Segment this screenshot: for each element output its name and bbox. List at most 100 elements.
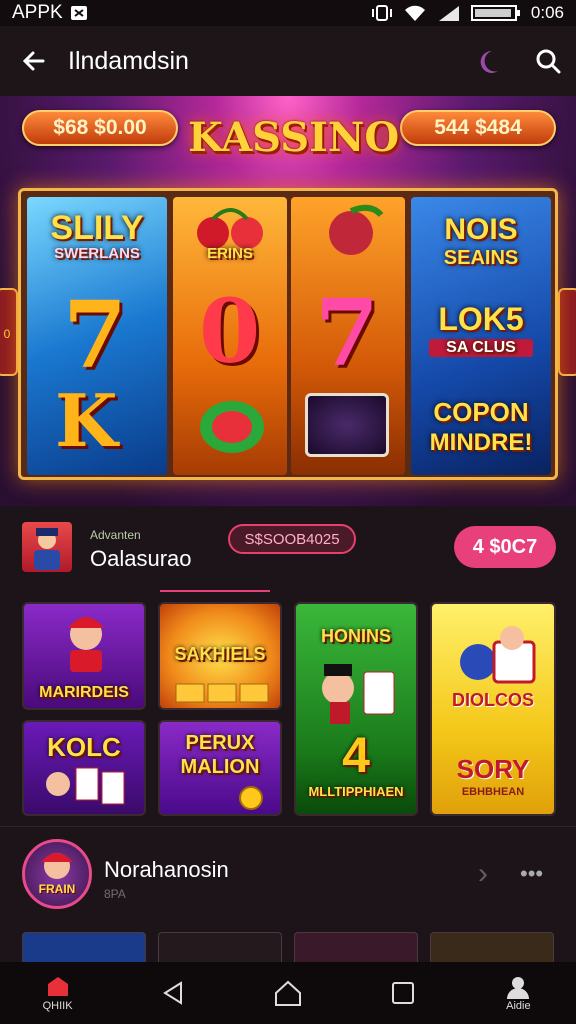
game-label-2: SORY (456, 754, 530, 784)
game-label: SAKHIELS (174, 644, 266, 664)
arrow-left-icon (22, 51, 45, 71)
featured-avatar: FRAIN (22, 839, 92, 909)
casino-logo: KASSINO (188, 114, 400, 161)
status-bar: APPK 0:06 (0, 0, 576, 26)
reel4-mid-title: LOK5 (438, 301, 524, 337)
chevron-right-icon[interactable]: › (478, 857, 488, 891)
moon-icon (480, 50, 498, 73)
peek-tile[interactable] (158, 932, 282, 962)
game-label-big: 4 (342, 727, 370, 783)
game-tile[interactable]: PERUX MALION (158, 720, 282, 816)
notification-icon (70, 6, 87, 20)
reel4-bottom-subtitle: MINDRE! (429, 429, 533, 456)
featured-row[interactable]: FRAIN Norahanosin 8PA › ••• (0, 826, 576, 926)
app-label: APPK (12, 2, 63, 23)
side-tab-right[interactable] (558, 288, 576, 376)
reel4-mid-subtitle: SA CLUS (429, 339, 533, 357)
reel1-title: SLILY (50, 209, 144, 247)
bottom-nav: QHIIK Aidie (0, 962, 576, 1024)
app-icon (47, 977, 68, 996)
reel3-bonus-box (305, 393, 389, 457)
clock: 0:06 (530, 3, 564, 22)
side-tab-left[interactable]: 0 (0, 288, 18, 376)
reel4-title: NOIS (444, 213, 518, 246)
reel1-symbol-k: K (55, 378, 118, 463)
coin-icon (239, 786, 263, 810)
reel2-symbol-zero: 0 (199, 279, 261, 383)
character-icon (41, 853, 73, 879)
peek-tile[interactable] (430, 932, 554, 962)
peek-tile[interactable] (294, 932, 418, 962)
reel3-seven: 7 (315, 279, 380, 387)
signal-icon (438, 6, 459, 21)
nav-recents-button[interactable] (363, 962, 443, 1024)
game-tile[interactable]: HONINS 4 MLLTIPPHIAEN (294, 602, 418, 816)
featured-name: Norahanosin (104, 857, 229, 882)
profile-row: Advanten Oalasurao S$SOOB4025 4 $0C7 (0, 506, 576, 596)
nav-home-app[interactable]: QHIIK (18, 962, 98, 1024)
game-label-top: HONINS (320, 626, 391, 646)
wifi-icon (404, 5, 425, 21)
nav-left-label: QHIIK (42, 1000, 73, 1012)
triangle-back-icon (162, 981, 182, 1005)
fruit-icon (329, 204, 384, 255)
trophy-icon (460, 626, 536, 684)
user-icon (507, 977, 530, 999)
promo-banner[interactable]: $68 $0.00 544 $484 KASSINO 0 SLILY SWERL… (0, 96, 576, 506)
profile-caption: Advanten (90, 528, 141, 542)
avatar[interactable] (22, 522, 72, 572)
battery-icon (470, 5, 520, 21)
gold-bars-icon (175, 683, 269, 703)
game-tile[interactable]: MARIRDEIS (22, 602, 146, 710)
nav-back-button[interactable] (133, 962, 213, 1024)
reel1-seven: 7 (63, 281, 128, 389)
game-label: KOLC (47, 732, 121, 762)
cards-icon (322, 664, 395, 724)
featured-badge: FRAIN (38, 882, 76, 896)
watermelon-icon (200, 401, 264, 453)
game-tile[interactable]: KOLC (22, 720, 146, 816)
person-icon (34, 528, 60, 570)
profile-name: Oalasurao (90, 546, 192, 571)
jackpot-pill-left: $68 $0.00 (22, 110, 178, 146)
search-icon (536, 49, 561, 74)
reel-2: ERINS 0 (173, 197, 287, 475)
more-options-icon[interactable]: ••• (520, 861, 543, 887)
nav-right-label: Aidie (506, 1000, 531, 1012)
peek-tile[interactable] (22, 932, 146, 962)
games-grid: MARIRDEIS SAKHIELS HONINS 4 MLLTIPPHIAEN… (22, 602, 558, 816)
reel2-label: ERINS (207, 245, 253, 262)
game-tile[interactable]: DIOLCOS SORY EBHBHEAN (430, 602, 556, 816)
page-title: Ilndamdsin (68, 46, 189, 75)
vibrate-icon (371, 5, 392, 21)
game-label-2: MALION (180, 756, 260, 778)
reel-3: 7 (291, 197, 405, 475)
reel4-bottom-title: COPON (433, 397, 529, 427)
nav-profile-button[interactable]: Aidie (478, 962, 558, 1024)
nav-home-button[interactable] (248, 962, 328, 1024)
jackpot-pill-right: 544 $484 (400, 110, 556, 146)
reel1-subtitle: SWERLANS (54, 245, 140, 262)
character-icon (68, 617, 104, 672)
reel4-subtitle: SEAINS (443, 247, 519, 269)
game-label: PERUX (185, 732, 255, 754)
search-button[interactable] (520, 26, 576, 96)
playing-cards-icon (46, 767, 125, 805)
balance-button[interactable]: 4 $0C7 (454, 526, 556, 568)
square-icon (392, 982, 415, 1004)
theme-button[interactable] (464, 26, 520, 96)
app-bar: Ilndamdsin (0, 26, 576, 96)
game-label: MARIRDEIS (39, 684, 129, 701)
reel-4: NOIS SEAINS LOK5 SA CLUS COPON MINDRE! (411, 197, 551, 475)
game-tile[interactable]: SAKHIELS (158, 602, 282, 710)
slot-reels: SLILY SWERLANS 7 K ERINS 0 7 NOIS SEAINS… (18, 188, 558, 480)
tab-indicator (160, 590, 270, 592)
featured-subtitle: 8PA (104, 887, 126, 901)
promo-code-badge[interactable]: S$SOOB4025 (228, 524, 356, 554)
home-icon (274, 980, 301, 1006)
game-label: MLLTIPPHIAEN (308, 784, 404, 799)
game-label: DIOLCOS (451, 690, 534, 710)
game-label-3: EBHBHEAN (461, 786, 525, 798)
reel-1: SLILY SWERLANS 7 K (27, 197, 167, 475)
back-button[interactable] (0, 26, 68, 96)
